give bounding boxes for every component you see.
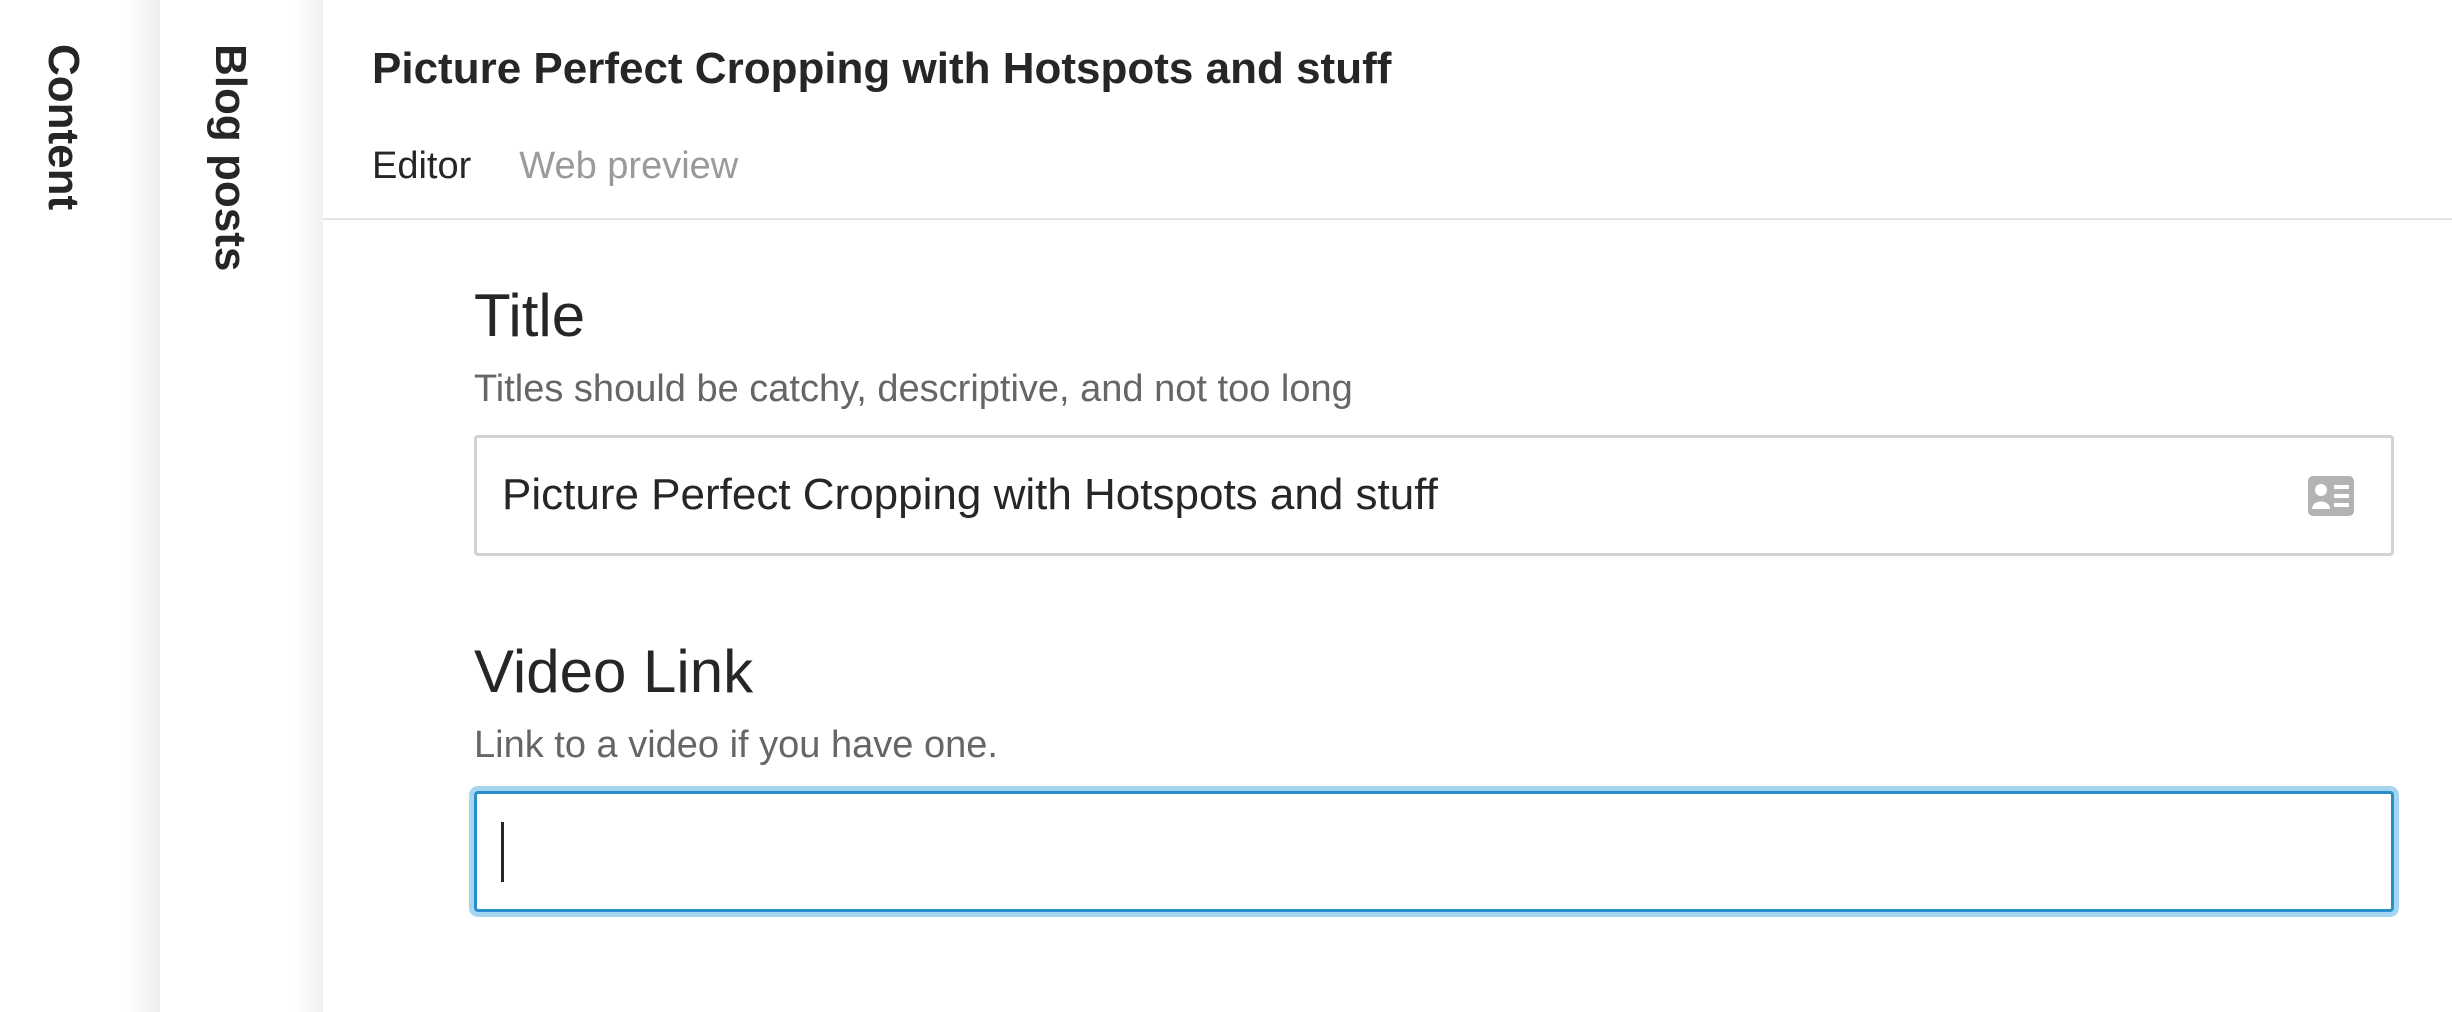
document-title: Picture Perfect Cropping with Hotspots a… [372,44,1392,93]
content-pane-title[interactable]: Content [38,44,88,210]
document-pane: Picture Perfect Cropping with Hotspots a… [323,0,2452,1012]
document-tabs: Editor Web preview [372,145,738,188]
video-link-input-box[interactable] [474,791,2394,912]
video-link-field-description: Link to a video if you have one. [474,724,998,766]
id-card-icon [2308,476,2354,516]
video-link-field: Video Link Link to a video if you have o… [474,642,2394,912]
title-input-box[interactable] [474,435,2394,556]
blog-posts-pane-title[interactable]: Blog posts [205,44,255,271]
tab-editor[interactable]: Editor [372,145,471,188]
document-header: Picture Perfect Cropping with Hotspots a… [323,0,2452,220]
video-link-field-label: Video Link [474,638,754,705]
title-field-label: Title [474,282,586,349]
tab-web-preview[interactable]: Web preview [519,145,738,188]
title-input[interactable] [502,470,2202,520]
text-caret [501,822,504,882]
title-field: Title Titles should be catchy, descripti… [474,286,2394,556]
title-field-description: Titles should be catchy, descriptive, an… [474,368,1353,410]
studio-app: Content Blog posts Picture Perfect Cropp… [0,0,2452,1012]
document-form: Title Titles should be catchy, descripti… [474,220,2394,912]
content-pane-collapsed[interactable]: Content [0,0,160,1012]
blog-posts-pane-collapsed[interactable]: Blog posts [160,0,323,1012]
video-link-input[interactable] [502,826,2202,876]
